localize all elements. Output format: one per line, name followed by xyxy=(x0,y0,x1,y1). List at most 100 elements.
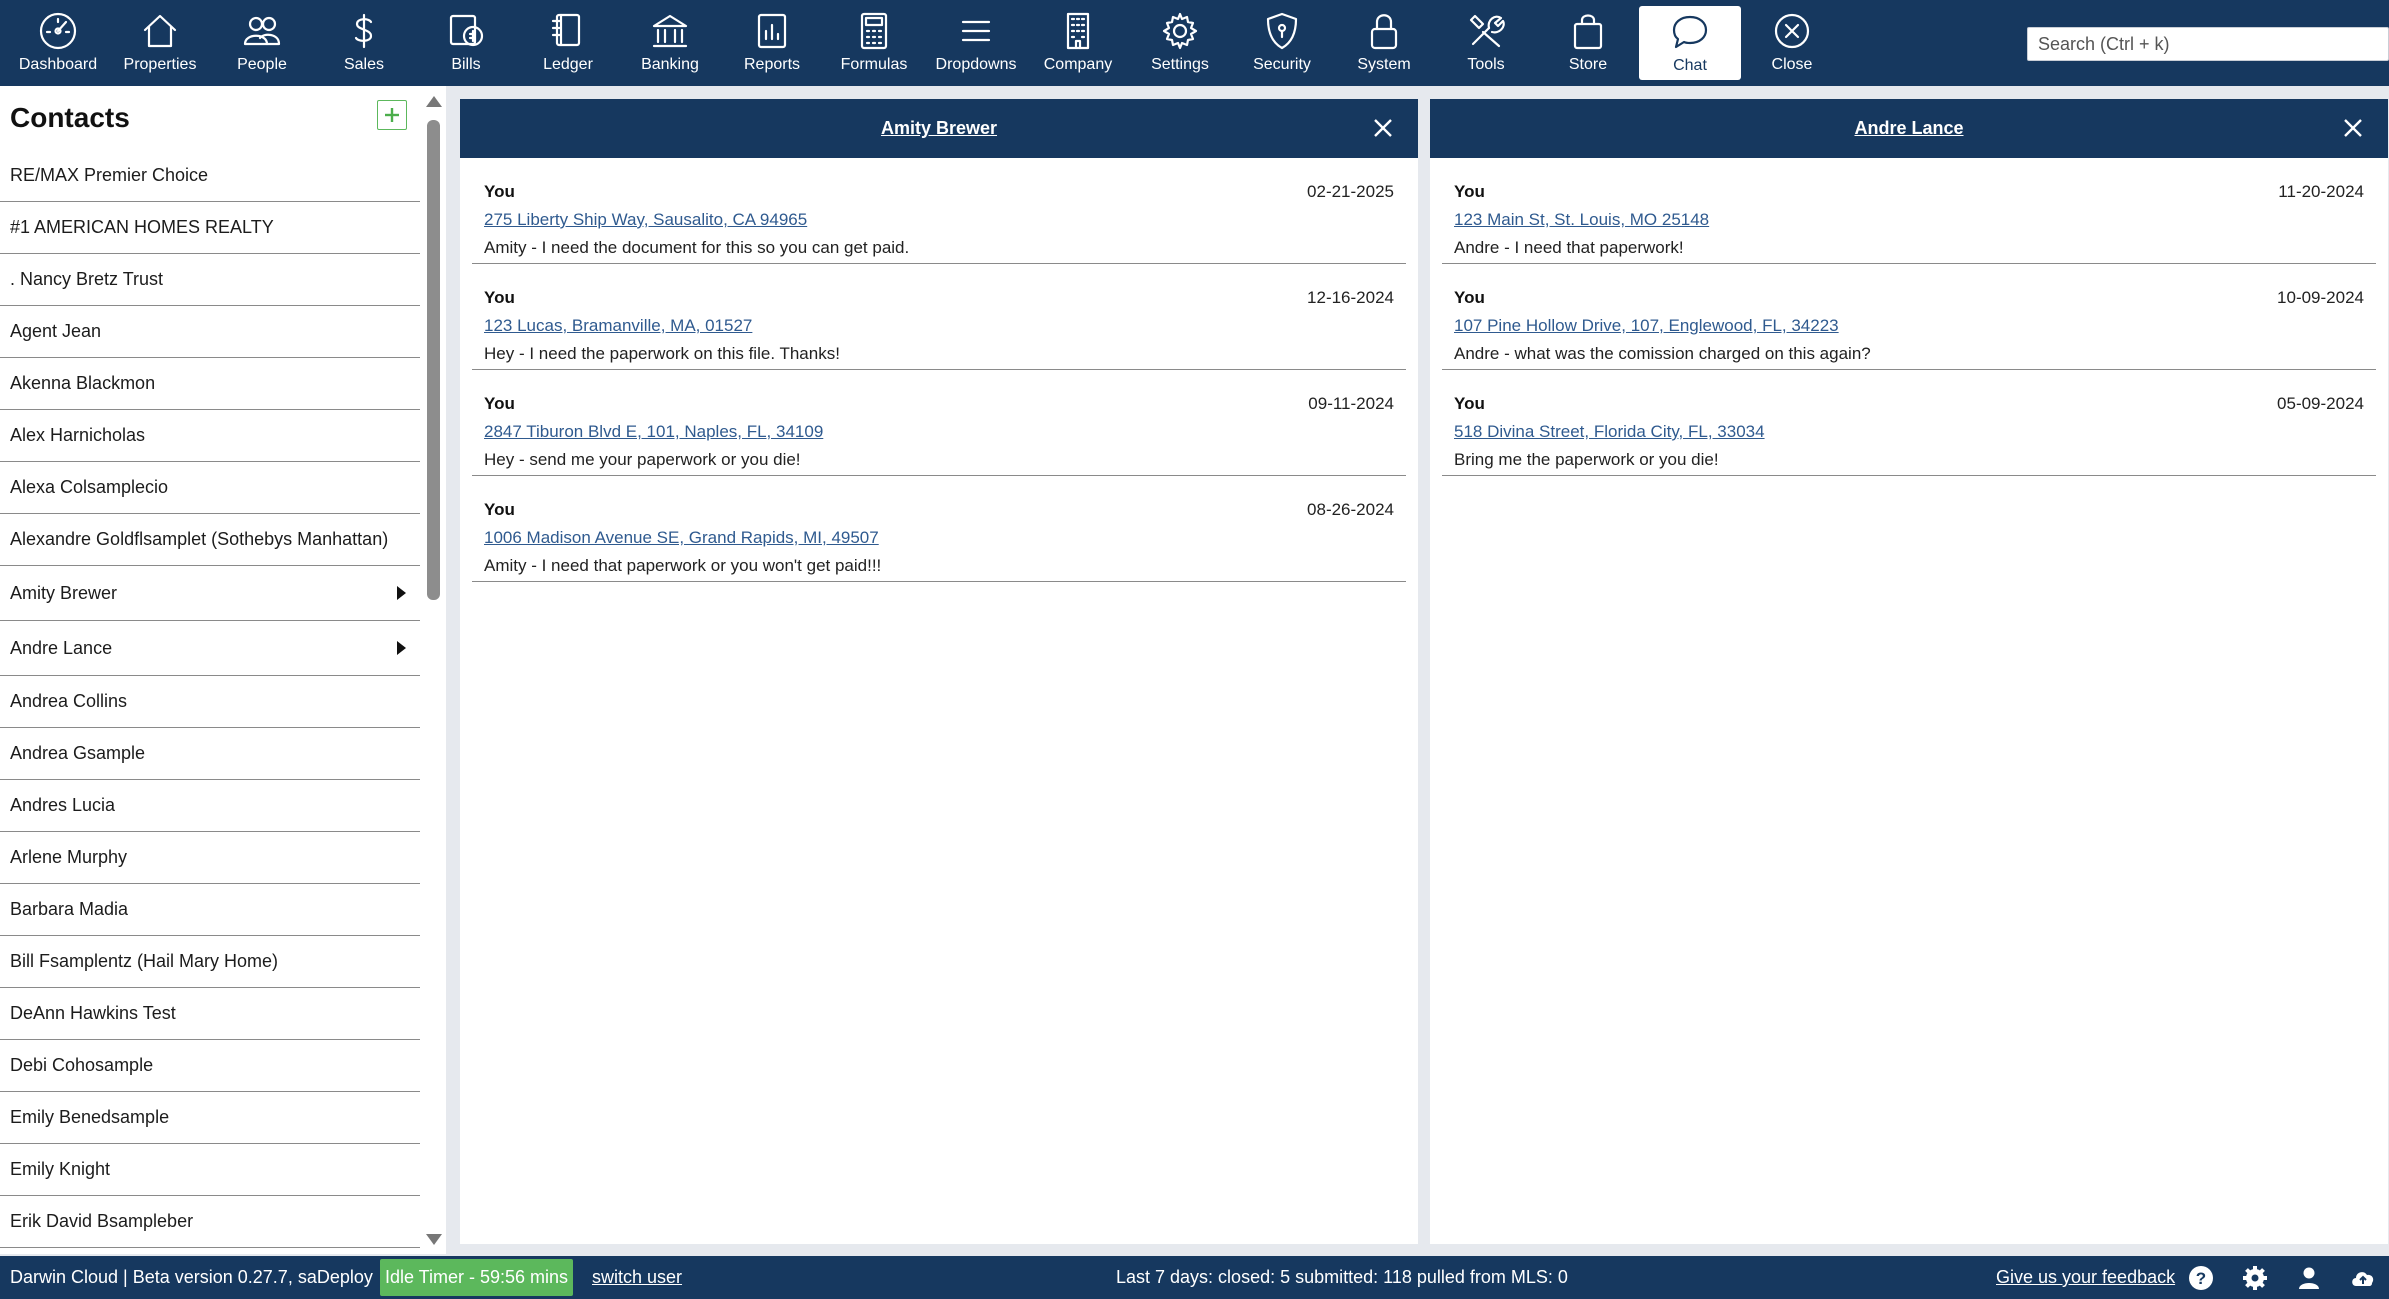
message-text: Amity - I need that paperwork or you won… xyxy=(484,556,882,575)
contact-list-item[interactable]: Emily Benedsample xyxy=(0,1092,420,1144)
user-icon[interactable] xyxy=(2295,1264,2323,1292)
contact-list-item[interactable]: Andre Lance xyxy=(0,621,420,676)
contact-name: Emily Benedsample xyxy=(10,1107,170,1127)
people-icon xyxy=(243,16,281,46)
add-contact-button[interactable] xyxy=(377,100,407,130)
contact-list-item[interactable]: Arlene Murphy xyxy=(0,832,420,884)
toolbar-sales-button[interactable]: Sales xyxy=(313,0,415,86)
contact-name: Andrea Gsample xyxy=(10,743,146,763)
message-date: 05-09-2024 xyxy=(2277,394,2364,413)
toolbar-formulas-button[interactable]: Formulas xyxy=(823,0,925,86)
chat-panel-title[interactable]: Amity Brewer xyxy=(881,118,997,139)
toolbar-people-button[interactable]: People xyxy=(211,0,313,86)
contact-list-item[interactable]: Alexandre Goldflsamplet (Sothebys Manhat… xyxy=(0,514,420,566)
contact-list-item[interactable]: Barbara Madia xyxy=(0,884,420,936)
contacts-title: Contacts xyxy=(10,102,130,133)
cloud-upload-icon[interactable] xyxy=(2349,1264,2377,1292)
chat-message: You 11-20-2024 123 Main St, St. Louis, MO … xyxy=(1442,158,2376,264)
idle-timer-badge: Idle Timer - 59:56 mins xyxy=(380,1259,573,1296)
property-address-link[interactable]: 123 Lucas, Bramanville, MA, 01527 xyxy=(484,316,1394,336)
contact-name: Debi Cohosample xyxy=(10,1055,154,1075)
contact-list-item[interactable]: Andrea Collins xyxy=(0,676,420,728)
contact-list-item[interactable]: #1 AMERICAN HOMES REALTY xyxy=(0,202,420,254)
contact-list-item[interactable]: Amity Brewer xyxy=(0,566,420,621)
shield-icon xyxy=(1266,12,1298,50)
toolbar-label: Close xyxy=(1771,56,1813,73)
contact-list-item[interactable]: Akenna Blackmon xyxy=(0,358,420,410)
contacts-sidebar: Contacts RE/MAX Premier Choice #1 AMERICA… xyxy=(0,86,446,1254)
chat-panel-header: Andre Lance xyxy=(1430,99,2388,158)
dashboard-icon xyxy=(39,12,77,50)
contact-name: Andres Lucia xyxy=(10,795,116,815)
contact-list-item[interactable]: Bill Fsamplentz (Hail Mary Home) xyxy=(0,936,420,988)
message-sender: You xyxy=(1454,288,1485,307)
toolbar-security-button[interactable]: Security xyxy=(1231,0,1333,86)
message-date: 09-11-2024 xyxy=(1308,394,1394,413)
contact-list-item[interactable]: Alex Harnicholas xyxy=(0,410,420,462)
contact-list-item[interactable]: RE/MAX Premier Choice xyxy=(0,150,420,202)
chat-panel-header: Amity Brewer xyxy=(460,99,1418,158)
toolbar-dropdowns-button[interactable]: Dropdowns xyxy=(925,0,1027,86)
feedback-link[interactable]: Give us your feedback xyxy=(1996,1267,2175,1288)
message-text: Andre - what was the comission charged o… xyxy=(1454,344,1871,363)
toolbar-tools-button[interactable]: Tools xyxy=(1435,0,1537,86)
property-address-link[interactable]: 123 Main St, St. Louis, MO 25148 xyxy=(1454,210,2364,230)
message-sender: You xyxy=(484,394,515,413)
gear-icon[interactable] xyxy=(2241,1264,2269,1292)
toolbar-label: Banking xyxy=(641,56,699,73)
stats-text: Last 7 days: closed: 5 submitted: 118 pu… xyxy=(1116,1267,1568,1287)
contact-name: RE/MAX Premier Choice xyxy=(10,165,209,185)
contact-list-item[interactable]: Emily Knight xyxy=(0,1144,420,1196)
toolbar-label: Ledger xyxy=(543,56,593,73)
toolbar-chat-button[interactable]: Chat xyxy=(1639,6,1741,80)
property-address-link[interactable]: 518 Divina Street, Florida City, FL, 330… xyxy=(1454,422,2364,442)
contact-name: Erik David Bsampleber xyxy=(10,1211,194,1231)
shopping-bag-icon xyxy=(1573,14,1603,50)
toolbar-reports-button[interactable]: Reports xyxy=(721,0,823,86)
contact-list-item[interactable]: Debi Cohosample xyxy=(0,1040,420,1092)
toolbar-properties-button[interactable]: Properties xyxy=(109,0,211,86)
chat-message: You 12-16-2024 123 Lucas, Bramanville, MA,… xyxy=(472,264,1406,370)
contact-list-item[interactable]: Andrea Gsample xyxy=(0,728,420,780)
search-input[interactable] xyxy=(2027,27,2389,61)
contact-list-item[interactable]: Alexa Colsamplecio xyxy=(0,462,420,514)
toolbar-banking-button[interactable]: Banking xyxy=(619,0,721,86)
building-icon xyxy=(1066,12,1090,50)
toolbar-label: Dashboard xyxy=(18,56,98,73)
property-address-link[interactable]: 107 Pine Hollow Drive, 107, Englewood, F… xyxy=(1454,316,2364,336)
property-address-link[interactable]: 275 Liberty Ship Way, Sausalito, CA 9496… xyxy=(484,210,1394,230)
toolbar-close-button[interactable]: Close xyxy=(1741,0,1843,86)
scrollbar-thumb[interactable] xyxy=(427,120,440,600)
dollar-icon xyxy=(354,13,373,49)
property-address-link[interactable]: 2847 Tiburon Blvd E, 101, Naples, FL, 34… xyxy=(484,422,1394,442)
toolbar-label: Bills xyxy=(451,56,481,73)
contact-list-item[interactable]: DeAnn Hawkins Test xyxy=(0,988,420,1040)
contact-list-item[interactable]: . Nancy Bretz Trust xyxy=(0,254,420,306)
scroll-up-arrow-icon[interactable] xyxy=(426,96,442,107)
switch-user-link[interactable]: switch user xyxy=(592,1267,682,1288)
help-icon[interactable]: ? xyxy=(2187,1264,2215,1292)
contact-list-item[interactable]: Andres Lucia xyxy=(0,780,420,832)
toolbar-settings-button[interactable]: Settings xyxy=(1129,0,1231,86)
scroll-down-arrow-icon[interactable] xyxy=(426,1234,442,1245)
close-icon[interactable] xyxy=(1372,117,1394,139)
toolbar-dashboard-button[interactable]: Dashboard xyxy=(7,0,109,86)
chat-message: You 02-21-2025 275 Liberty Ship Way, Sausa… xyxy=(472,158,1406,264)
contact-name: Alexa Colsamplecio xyxy=(10,477,169,497)
toolbar-system-button[interactable]: System xyxy=(1333,0,1435,86)
contact-list-item[interactable]: Erik David Bsampleber xyxy=(0,1196,420,1248)
toolbar-items: Dashboard Properties People Sales Bills Ledge… xyxy=(0,0,1843,86)
svg-text:?: ? xyxy=(2196,1269,2206,1288)
property-address-link[interactable]: 1006 Madison Avenue SE, Grand Rapids, MI… xyxy=(484,528,1394,548)
message-text: Hey - I need the paperwork on this file.… xyxy=(484,344,840,363)
toolbar-label: Settings xyxy=(1151,56,1209,73)
toolbar-bills-button[interactable]: Bills xyxy=(415,0,517,86)
message-date: 10-09-2024 xyxy=(2277,288,2364,307)
toolbar-store-button[interactable]: Store xyxy=(1537,0,1639,86)
contact-name: Emily Knight xyxy=(10,1159,111,1179)
chat-panel-title[interactable]: Andre Lance xyxy=(1854,118,1963,139)
contact-list-item[interactable]: Agent Jean xyxy=(0,306,420,358)
toolbar-ledger-button[interactable]: Ledger xyxy=(517,0,619,86)
toolbar-company-button[interactable]: Company xyxy=(1027,0,1129,86)
close-icon[interactable] xyxy=(2342,117,2364,139)
